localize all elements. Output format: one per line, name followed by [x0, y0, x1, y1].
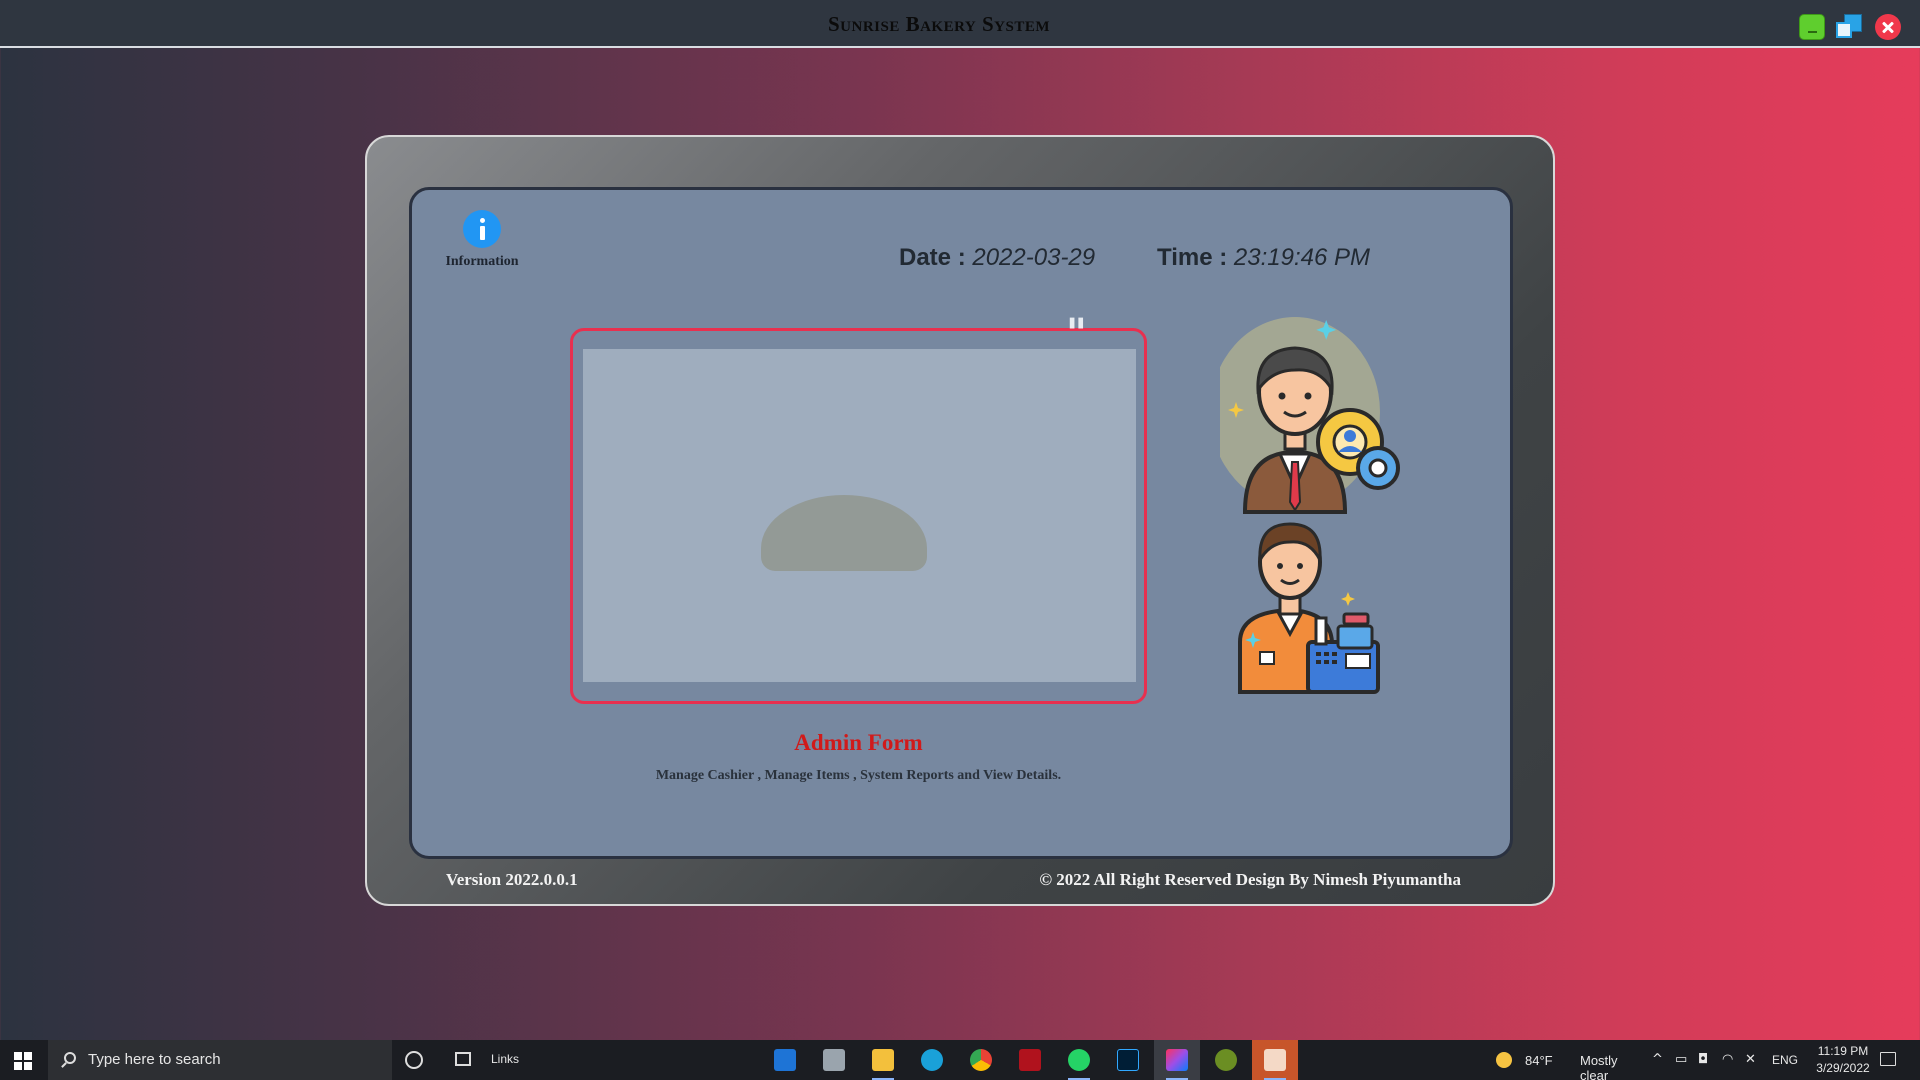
intellij-icon[interactable] [1154, 1040, 1200, 1080]
admin-cashier-illustration [1220, 317, 1400, 694]
cortana-icon[interactable] [405, 1051, 423, 1069]
admin-form-card[interactable]: " [570, 314, 1147, 704]
time-display: Time : 23:19:46 PM [1157, 244, 1370, 272]
quote-mark: " [1066, 311, 1087, 357]
maximize-button[interactable] [1836, 14, 1862, 40]
info-icon [463, 210, 501, 248]
date-value: 2022-03-29 [972, 244, 1096, 271]
version-label: Version 2022.0.0.1 [446, 870, 578, 889]
copyright-label: © 2022 All Right Reserved Design By Nime… [1039, 870, 1461, 889]
taskbar: Type here to search Links 84°F Mostly cl… [0, 1040, 1920, 1080]
taskbar-search[interactable]: Type here to search [48, 1040, 392, 1080]
content-panel: Information Date : 2022-03-29 Time : 23:… [409, 187, 1513, 859]
volume-muted-icon[interactable]: ✕ [1745, 1052, 1756, 1067]
bread-image [761, 495, 927, 571]
admin-form-title[interactable]: Admin Form [570, 730, 1147, 756]
whatsapp-icon[interactable] [1056, 1040, 1102, 1080]
minimize-button[interactable] [1799, 14, 1825, 40]
app-green-icon[interactable] [1203, 1040, 1249, 1080]
search-placeholder: Type here to search [88, 1051, 221, 1068]
information-label: Information [445, 254, 519, 269]
edge-icon[interactable] [909, 1040, 955, 1080]
mail-icon[interactable] [762, 1040, 808, 1080]
folder-icon[interactable] [860, 1040, 906, 1080]
time-value: 23:19:46 PM [1233, 244, 1371, 271]
date-display: Date : 2022-03-29 [899, 244, 1095, 272]
links-toolbar[interactable]: Links [491, 1052, 519, 1066]
start-button[interactable] [0, 1040, 46, 1080]
close-button[interactable] [1875, 14, 1901, 40]
clock-date[interactable]: 3/29/2022 [1810, 1061, 1876, 1075]
time-label: Time : [1157, 244, 1228, 271]
main-frame: Information Date : 2022-03-29 Time : 23:… [365, 135, 1555, 906]
clock-time[interactable]: 11:19 PM [1810, 1044, 1876, 1058]
admin-form-description: Manage Cashier , Manage Items , System R… [655, 768, 1062, 783]
app-title: Sunrise Bakery System [827, 12, 1051, 36]
java-icon[interactable] [1252, 1040, 1298, 1080]
chrome-icon[interactable] [958, 1040, 1004, 1080]
windows-logo-icon [14, 1052, 22, 1060]
weather-condition[interactable]: Mostly clear [1580, 1053, 1618, 1080]
app-red-icon[interactable] [1007, 1040, 1053, 1080]
date-label: Date : [899, 244, 966, 271]
file-manager-icon[interactable] [811, 1040, 857, 1080]
information-button[interactable]: Information [442, 210, 522, 270]
wifi-icon[interactable]: ◠ [1722, 1052, 1733, 1067]
language-indicator[interactable]: ENG [1772, 1053, 1798, 1067]
battery-icon[interactable]: ▭ [1675, 1052, 1687, 1067]
card-image-area [583, 349, 1136, 682]
photoshop-icon[interactable] [1105, 1040, 1151, 1080]
chevron-up-icon[interactable]: ^ [1652, 1052, 1663, 1067]
notifications-icon[interactable] [1880, 1052, 1896, 1066]
search-icon [64, 1052, 76, 1064]
task-view-icon[interactable] [455, 1052, 471, 1066]
camera-icon[interactable]: ◘ [1698, 1052, 1708, 1067]
title-bar: Sunrise Bakery System [0, 0, 1920, 48]
weather-moon-icon[interactable] [1496, 1052, 1512, 1068]
weather-temperature[interactable]: 84°F [1525, 1053, 1553, 1068]
